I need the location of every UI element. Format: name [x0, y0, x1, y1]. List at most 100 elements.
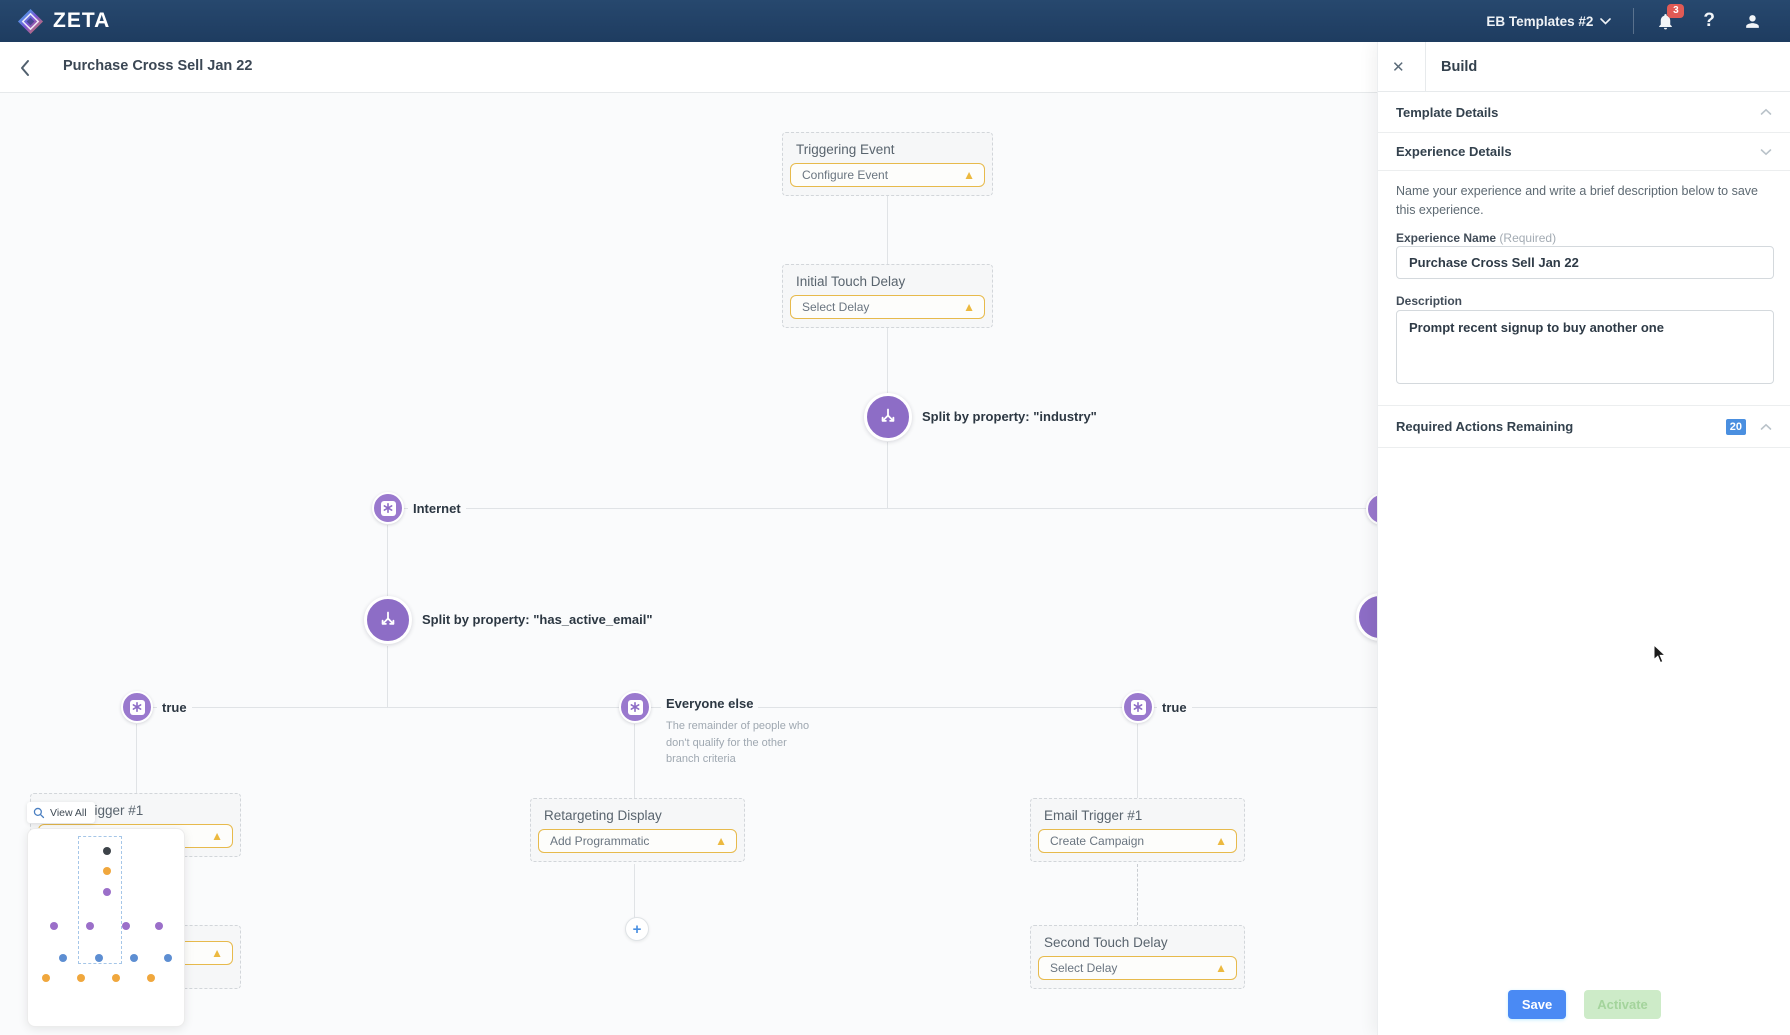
connector-line	[137, 707, 1382, 708]
notification-badge: 3	[1667, 4, 1684, 18]
node-email-trigger-right[interactable]: Email Trigger #1 Create Campaign ▲	[1030, 798, 1245, 862]
branch-node-internet[interactable]	[372, 492, 404, 524]
view-all-label: View All	[50, 807, 87, 819]
split-icon	[377, 609, 399, 631]
view-all-button[interactable]: View All	[27, 802, 95, 823]
required-actions-count-badge: 20	[1726, 419, 1746, 435]
zeta-diamond-icon	[17, 8, 44, 35]
workspace-selector[interactable]: EB Templates #2	[1486, 14, 1611, 29]
activate-button[interactable]: Activate	[1584, 990, 1661, 1019]
connector-line	[887, 442, 888, 509]
panel-header-divider	[1425, 42, 1426, 92]
minimap-dot	[122, 922, 130, 930]
connector-line	[136, 724, 137, 793]
configure-event-button[interactable]: Configure Event ▲	[790, 163, 985, 187]
asterisk-icon	[630, 702, 640, 712]
branch-node-true-left[interactable]	[121, 691, 153, 723]
add-step-button[interactable]: +	[625, 917, 649, 941]
brand-name: ZETA	[53, 9, 110, 33]
warning-icon: ▲	[963, 301, 975, 313]
warning-icon: ▲	[1215, 962, 1227, 974]
experience-name-input[interactable]	[1396, 246, 1774, 279]
connector-line	[887, 196, 888, 264]
connector-line-dashed	[1137, 864, 1138, 925]
connector-line	[634, 864, 635, 918]
split-icon	[877, 406, 899, 428]
required-actions-row[interactable]: Required Actions Remaining 20	[1378, 405, 1790, 448]
branch-label-everyone-else: Everyone else	[661, 696, 758, 711]
connector-line	[388, 508, 1382, 509]
node-title: Email Trigger #1	[1044, 808, 1244, 823]
warning-icon: ▲	[211, 947, 223, 959]
split-label: Split by property: "industry"	[917, 409, 1102, 424]
experience-name-label: Experience Name (Required)	[1396, 231, 1556, 245]
workspace-label: EB Templates #2	[1486, 14, 1593, 29]
section-experience-details[interactable]: Experience Details	[1378, 133, 1790, 171]
branch-label-true: true	[1157, 700, 1192, 715]
asterisk-icon	[132, 702, 142, 712]
notifications-button[interactable]: 3	[1656, 11, 1675, 32]
help-icon: ?	[1703, 10, 1715, 32]
branch-label-true: true	[157, 700, 192, 715]
connector-line	[387, 646, 388, 708]
close-icon[interactable]: ✕	[1392, 58, 1405, 76]
branch-node-everyone-else[interactable]	[619, 691, 651, 723]
select-delay-button[interactable]: Select Delay ▲	[1038, 956, 1237, 980]
section-template-details[interactable]: Template Details	[1378, 92, 1790, 133]
warning-icon: ▲	[1215, 835, 1227, 847]
node-second-touch-delay[interactable]: Second Touch Delay Select Delay ▲	[1030, 925, 1245, 989]
minimap-dot	[164, 954, 172, 962]
minimap-dot	[50, 922, 58, 930]
connector-line	[387, 525, 388, 596]
required-hint: (Required)	[1499, 231, 1556, 245]
branch-chip	[628, 700, 643, 715]
description-label: Description	[1396, 294, 1462, 308]
zeta-logo[interactable]: ZETA	[17, 8, 110, 35]
asterisk-icon	[1133, 702, 1143, 712]
asterisk-icon	[383, 503, 393, 513]
node-triggering-event[interactable]: Triggering Event Configure Event ▲	[782, 132, 993, 196]
minimap-dot	[147, 974, 155, 982]
select-delay-button[interactable]: Select Delay ▲	[790, 295, 985, 319]
split-label: Split by property: "has_active_email"	[417, 612, 658, 627]
node-title: Second Touch Delay	[1044, 935, 1244, 950]
split-node-industry[interactable]	[864, 393, 912, 441]
back-button[interactable]	[12, 55, 38, 81]
chevron-up-icon	[1760, 108, 1772, 116]
build-panel-header: ✕ Build	[1378, 42, 1790, 92]
save-button[interactable]: Save	[1508, 990, 1566, 1019]
top-navbar: ZETA EB Templates #2 3 ?	[0, 0, 1790, 42]
connector-line	[1137, 724, 1138, 798]
node-title: Initial Touch Delay	[796, 274, 992, 289]
branch-chip	[1131, 700, 1146, 715]
search-icon	[33, 807, 45, 819]
page-title: Purchase Cross Sell Jan 22	[63, 58, 252, 74]
node-retargeting-display[interactable]: Retargeting Display Add Programmatic ▲	[530, 798, 745, 862]
add-programmatic-button[interactable]: Add Programmatic ▲	[538, 829, 737, 853]
minimap-dot	[112, 974, 120, 982]
node-title: Triggering Event	[796, 142, 992, 157]
help-button[interactable]: ?	[1703, 10, 1715, 32]
build-panel: ✕ Build Template Details Experience Deta…	[1377, 42, 1790, 1035]
minimap-dot	[155, 922, 163, 930]
chevron-up-icon	[1760, 423, 1772, 431]
chevron-left-icon	[18, 59, 32, 77]
plus-icon: +	[633, 921, 642, 938]
warning-icon: ▲	[211, 830, 223, 842]
branch-label-internet: Internet	[408, 501, 466, 516]
description-input[interactable]	[1396, 310, 1774, 384]
experience-helper-text: Name your experience and write a brief d…	[1396, 182, 1776, 221]
warning-icon: ▲	[715, 835, 727, 847]
minimap-viewport[interactable]	[78, 836, 122, 964]
account-button[interactable]	[1743, 12, 1762, 31]
node-initial-touch-delay[interactable]: Initial Touch Delay Select Delay ▲	[782, 264, 993, 328]
branch-node-true-right[interactable]	[1122, 691, 1154, 723]
create-campaign-button[interactable]: Create Campaign ▲	[1038, 829, 1237, 853]
node-title: Retargeting Display	[544, 808, 744, 823]
connector-line	[887, 328, 888, 393]
split-node-has-active-email[interactable]	[364, 596, 412, 644]
page-header: Purchase Cross Sell Jan 22	[0, 42, 1377, 93]
minimap[interactable]	[27, 828, 185, 1027]
warning-icon: ▲	[963, 169, 975, 181]
minimap-dot	[77, 974, 85, 982]
